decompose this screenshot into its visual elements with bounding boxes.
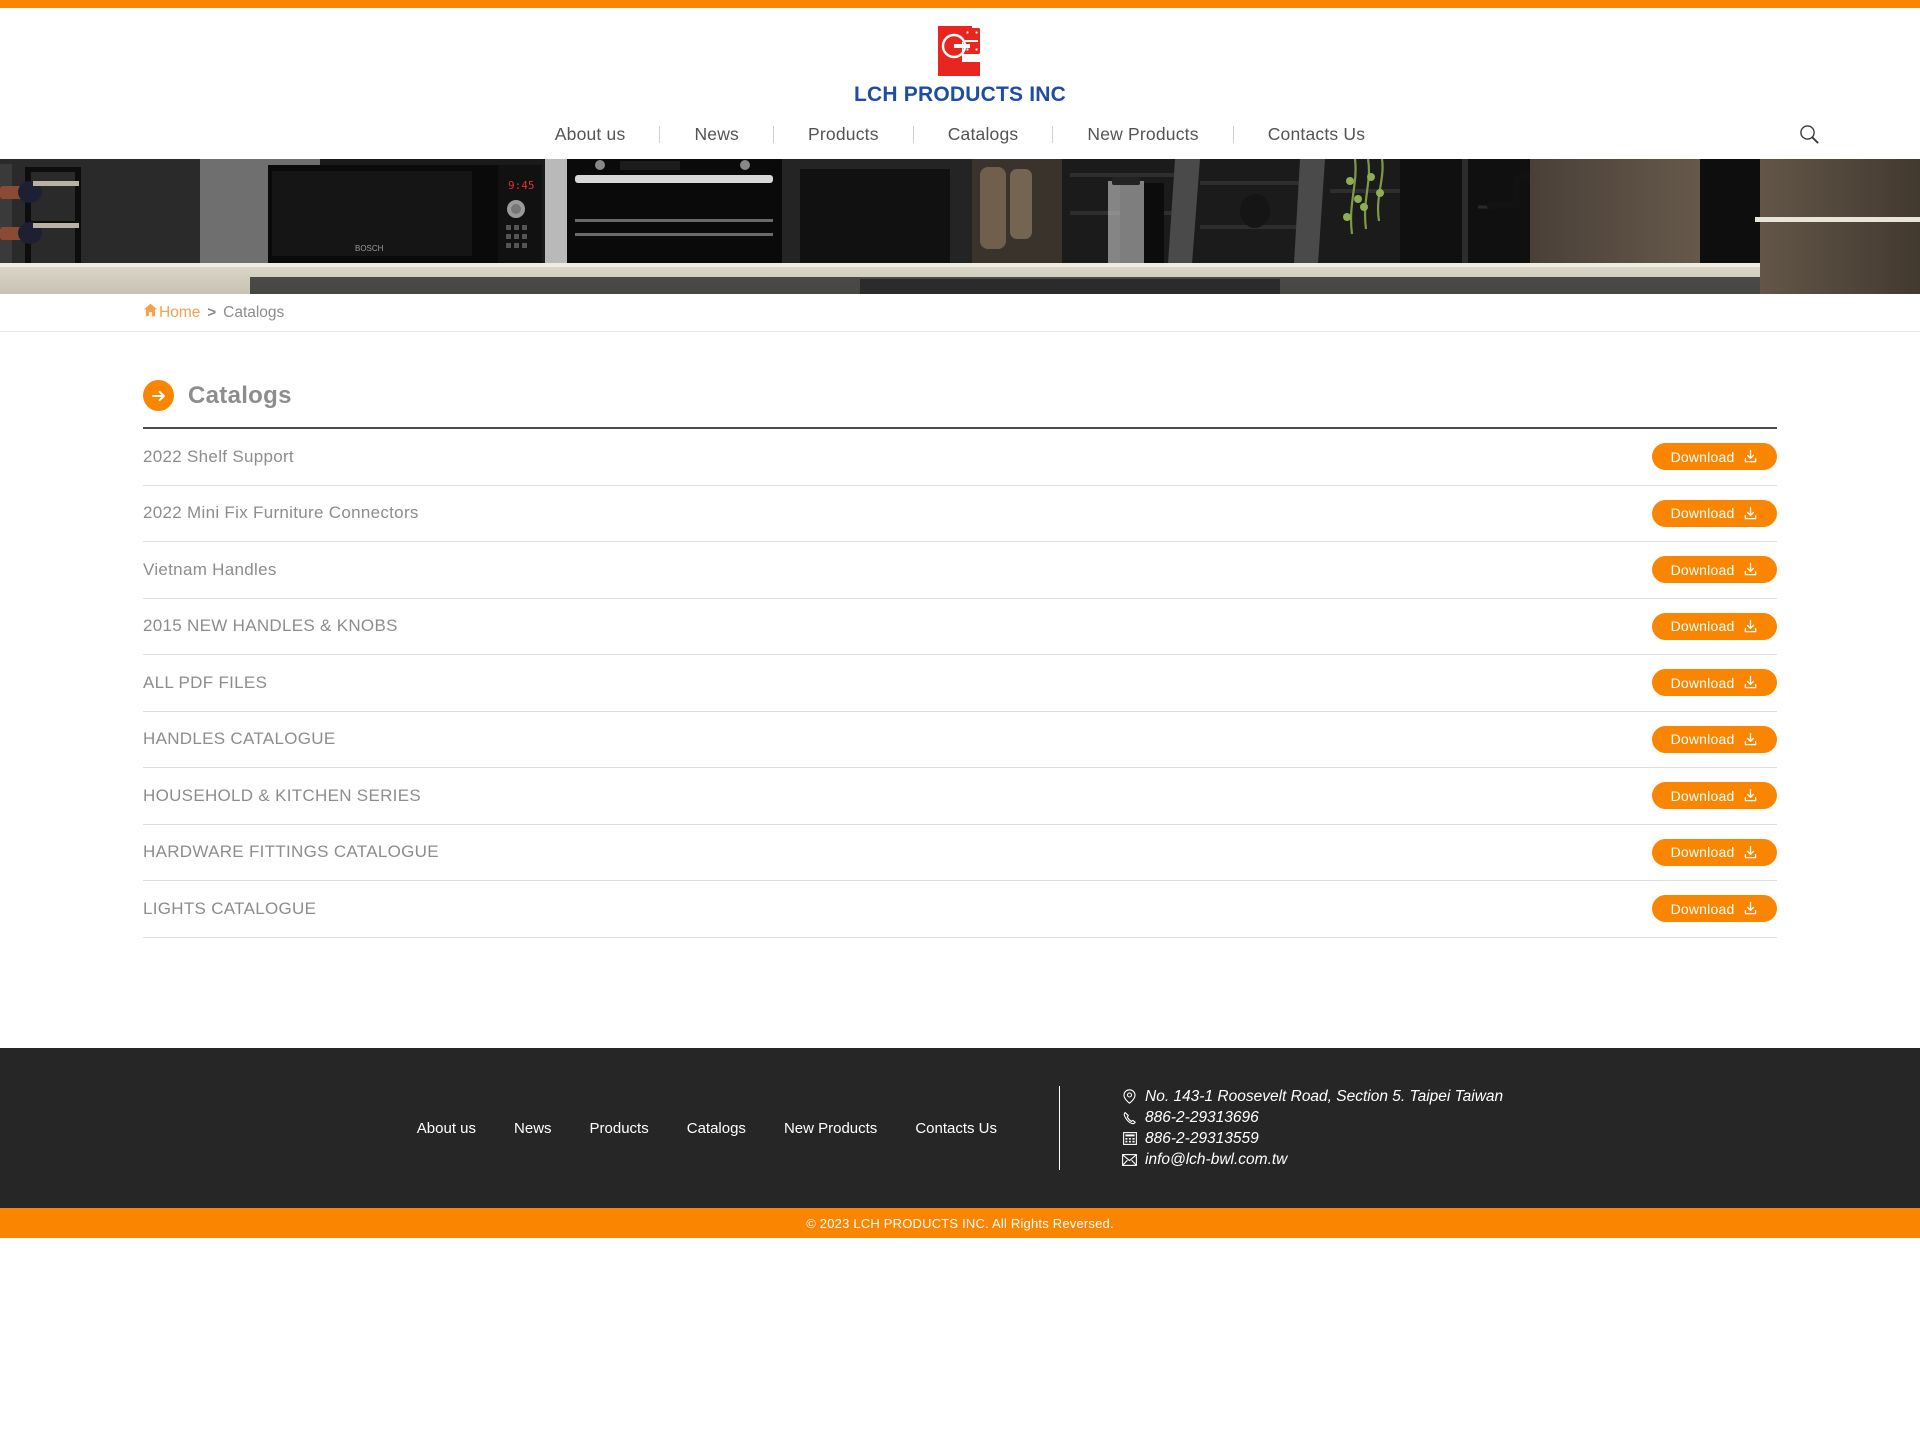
catalog-name: HOUSEHOLD & KITCHEN SERIES [143,785,421,805]
download-button-label: Download [1670,731,1735,748]
table-row: 2022 Mini Fix Furniture Connectors Downl… [143,486,1777,542]
footer-link-catalogs[interactable]: Catalogs [687,1120,746,1137]
svg-text:9:45: 9:45 [508,179,535,192]
download-button[interactable]: Download [1652,499,1777,527]
contact-fax: 886-2-29313559 [1145,1129,1259,1147]
contact-phone[interactable]: 886-2-29313696 [1145,1109,1259,1127]
table-row: HANDLES CATALOGUE Download [143,712,1777,768]
nav-list: About us News Products Catalogs New Prod… [521,124,1399,145]
nav-item-catalogs[interactable]: Catalogs [914,124,1053,145]
download-icon [1743,675,1758,690]
hero-banner-image: 9:45 BOSCH [0,159,1920,294]
download-icon [1743,788,1758,803]
svg-text:BOSCH: BOSCH [355,244,384,253]
catalog-name: LIGHTS CATALOGUE [143,898,317,918]
map-pin-icon [1122,1089,1137,1104]
catalog-name: ALL PDF FILES [143,672,268,692]
download-icon [1743,901,1758,916]
catalog-list: 2022 Shelf Support Download 2022 Mini Fi… [143,429,1777,938]
download-button[interactable]: Download [1652,556,1777,584]
download-button[interactable]: Download [1652,669,1777,697]
table-row: Vietnam Handles Download [143,542,1777,599]
download-icon [1743,506,1758,521]
breadcrumb: Home > Catalogs [0,294,1920,332]
download-icon [1743,845,1758,860]
arrow-right-circle-icon [143,380,174,411]
footer-link-products[interactable]: Products [590,1120,649,1137]
search-icon[interactable] [1796,121,1822,147]
breadcrumb-home-link[interactable]: Home [143,303,200,322]
envelope-icon [1122,1153,1137,1166]
table-row: 2022 Shelf Support Download [143,429,1777,486]
top-accent-bar [0,0,1920,8]
footer-link-about-us[interactable]: About us [417,1120,476,1137]
nav-item-news[interactable]: News [660,124,773,145]
table-row: HOUSEHOLD & KITCHEN SERIES Download [143,768,1777,825]
fax-icon [1122,1132,1137,1145]
contact-phone-row: 886-2-29313696 [1122,1109,1503,1127]
footer-inner: About us News Products Catalogs New Prod… [417,1086,1503,1170]
page-title-row: Catalogs [143,332,1777,427]
table-row: ALL PDF FILES Download [143,655,1777,712]
nav-item-about-us[interactable]: About us [521,124,660,145]
footer-link-news[interactable]: News [514,1120,552,1137]
download-button-label: Download [1670,844,1735,861]
site-footer: About us News Products Catalogs New Prod… [0,1048,1920,1208]
download-button[interactable]: Download [1652,895,1777,923]
download-icon [1743,732,1758,747]
download-icon [1743,449,1758,464]
catalog-name: HARDWARE FITTINGS CATALOGUE [143,842,439,862]
footer-link-contacts-us[interactable]: Contacts Us [915,1120,997,1137]
footer-navigation: About us News Products Catalogs New Prod… [417,1120,1059,1137]
download-button[interactable]: Download [1652,725,1777,753]
phone-icon [1122,1111,1137,1125]
contact-address: No. 143-1 Roosevelt Road, Section 5. Tai… [1145,1087,1504,1105]
download-button-label: Download [1670,505,1735,522]
contact-email-row: info@lch-bwl.com.tw [1122,1151,1503,1169]
download-button[interactable]: Download [1652,612,1777,640]
contact-email[interactable]: info@lch-bwl.com.tw [1145,1151,1287,1169]
download-button-label: Download [1670,561,1735,578]
home-icon [143,303,158,322]
main-content: Catalogs 2022 Shelf Support Download 202… [0,332,1920,972]
site-logo-text: LCH PRODUCTS INC [853,83,1067,106]
download-icon [1743,562,1758,577]
breadcrumb-home-label: Home [159,303,201,321]
main-navigation: About us News Products Catalogs New Prod… [0,109,1920,159]
nav-item-contacts-us[interactable]: Contacts Us [1234,124,1400,145]
download-icon [1743,619,1758,634]
nav-item-products[interactable]: Products [774,124,913,145]
catalog-name: HANDLES CATALOGUE [143,729,336,749]
table-row: HARDWARE FITTINGS CATALOGUE Download [143,825,1777,881]
site-header: LCH PRODUCTS INC [0,8,1920,109]
catalog-name: 2022 Shelf Support [143,446,294,466]
download-button-label: Download [1670,674,1735,691]
table-row: 2015 NEW HANDLES & KNOBS Download [143,599,1777,655]
download-button[interactable]: Download [1652,838,1777,866]
breadcrumb-separator: > [207,304,217,321]
page-title: Catalogs [188,381,292,409]
table-row: LIGHTS CATALOGUE Download [143,881,1777,938]
download-button-label: Download [1670,448,1735,465]
download-button-label: Download [1670,787,1735,804]
contact-info: No. 143-1 Roosevelt Road, Section 5. Tai… [1060,1088,1503,1169]
lch-hinge-logo-icon [932,22,988,80]
nav-item-new-products[interactable]: New Products [1053,124,1232,145]
download-button-label: Download [1670,618,1735,635]
contact-address-row: No. 143-1 Roosevelt Road, Section 5. Tai… [1122,1088,1503,1106]
copyright-bar: © 2023 LCH PRODUCTS INC. All Rights Reve… [0,1208,1920,1238]
download-button[interactable]: Download [1652,782,1777,810]
catalog-name: 2022 Mini Fix Furniture Connectors [143,503,419,523]
footer-link-new-products[interactable]: New Products [784,1120,877,1137]
download-button-label: Download [1670,900,1735,917]
breadcrumb-current: Catalogs [223,303,285,321]
download-button[interactable]: Download [1652,443,1777,471]
catalog-name: Vietnam Handles [143,559,277,579]
site-logo[interactable]: LCH PRODUCTS INC [854,22,1066,107]
catalog-name: 2015 NEW HANDLES & KNOBS [143,616,398,636]
contact-fax-row: 886-2-29313559 [1122,1130,1503,1148]
